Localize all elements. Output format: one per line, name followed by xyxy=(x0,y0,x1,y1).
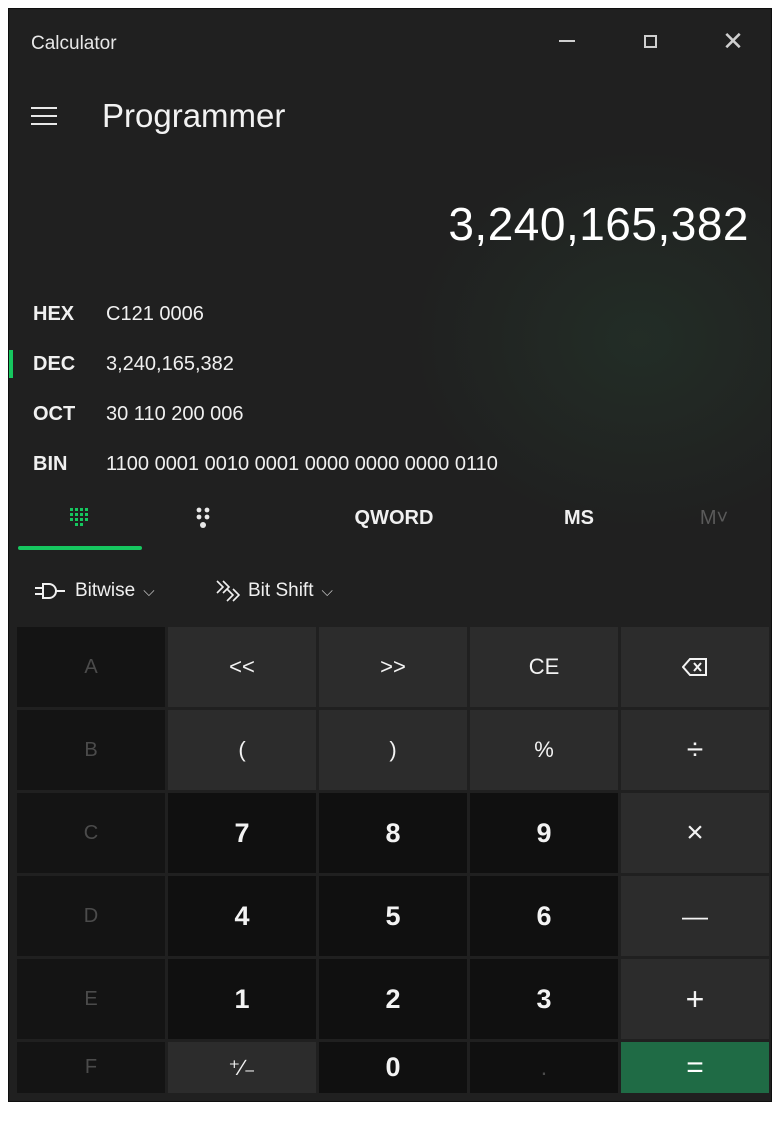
radix-label: DEC xyxy=(33,353,76,375)
selected-indicator xyxy=(9,350,13,378)
tab-full-keypad[interactable] xyxy=(18,491,142,545)
app-title: Calculator xyxy=(31,33,117,54)
keypad-grid-icon xyxy=(70,508,88,526)
maximize-icon xyxy=(643,34,657,48)
key-7[interactable]: 7 xyxy=(168,793,316,873)
keypad: A << >> CE B ( ) % ÷ C 7 8 9 × D 4 5 6 —… xyxy=(17,627,769,1093)
memory-store-label: MS xyxy=(564,506,594,529)
key-divide[interactable]: ÷ xyxy=(621,710,769,790)
key-open-paren[interactable]: ( xyxy=(168,710,316,790)
minimize-icon xyxy=(559,40,575,42)
radix-dec[interactable]: DEC 3,240,165,382 xyxy=(9,341,771,387)
key-1[interactable]: 1 xyxy=(168,959,316,1039)
close-icon: ✕ xyxy=(722,26,744,56)
mode-title: Programmer xyxy=(102,97,286,134)
key-3[interactable]: 3 xyxy=(470,959,618,1039)
chevron-down-icon: ⌵ xyxy=(143,582,155,600)
bit-toggle-icon xyxy=(196,507,210,528)
key-right-shift[interactable]: >> xyxy=(319,627,467,707)
key-equals[interactable]: = xyxy=(621,1042,769,1093)
title-bar: Calculator ✕ xyxy=(9,9,771,75)
memory-store-button[interactable]: MS xyxy=(539,491,619,545)
key-a[interactable]: A xyxy=(17,627,165,707)
key-d[interactable]: D xyxy=(17,876,165,956)
radix-oct[interactable]: OCT 30 110 200 006 xyxy=(9,391,771,437)
key-e[interactable]: E xyxy=(17,959,165,1039)
radix-label: BIN xyxy=(33,453,68,475)
key-negate[interactable]: ⁺∕₋ xyxy=(168,1042,316,1093)
radix-value: 1100 0001 0010 0001 0000 0000 0000 0110 xyxy=(106,453,498,475)
bit-shift-icon xyxy=(216,580,240,602)
radix-value: 30 110 200 006 xyxy=(106,403,244,425)
key-6[interactable]: 6 xyxy=(470,876,618,956)
memory-recall-button[interactable]: M˅ xyxy=(679,491,749,545)
key-multiply[interactable]: × xyxy=(621,793,769,873)
key-decimal[interactable]: . xyxy=(470,1042,618,1093)
radix-label: HEX xyxy=(33,303,75,325)
bitshift-dropdown[interactable]: Bit Shift ⌵ xyxy=(214,567,333,615)
key-subtract[interactable]: — xyxy=(621,876,769,956)
bitwise-dropdown[interactable]: Bitwise ⌵ xyxy=(33,567,155,615)
result-display: 3,240,165,382 xyxy=(448,198,749,250)
backspace-icon xyxy=(682,658,707,676)
memory-recall-label: M˅ xyxy=(699,506,729,529)
radix-label: OCT xyxy=(33,403,76,425)
key-9[interactable]: 9 xyxy=(470,793,618,873)
word-size-button[interactable]: QWORD xyxy=(329,491,459,545)
key-f[interactable]: F xyxy=(17,1042,165,1093)
key-2[interactable]: 2 xyxy=(319,959,467,1039)
tab-bit-toggling[interactable] xyxy=(169,491,239,545)
word-size-label: QWORD xyxy=(354,506,434,529)
active-tab-underline xyxy=(18,546,142,550)
key-5[interactable]: 5 xyxy=(319,876,467,956)
maximize-button[interactable] xyxy=(620,21,680,61)
hamburger-menu-button[interactable] xyxy=(31,105,61,129)
key-c[interactable]: C xyxy=(17,793,165,873)
key-left-shift[interactable]: << xyxy=(168,627,316,707)
key-4[interactable]: 4 xyxy=(168,876,316,956)
radix-hex[interactable]: HEX C121 0006 xyxy=(9,291,771,337)
key-add[interactable]: + xyxy=(621,959,769,1039)
key-0[interactable]: 0 xyxy=(319,1042,467,1093)
radix-value: 3,240,165,382 xyxy=(106,353,234,375)
radix-value: C121 0006 xyxy=(106,303,204,325)
key-8[interactable]: 8 xyxy=(319,793,467,873)
key-b[interactable]: B xyxy=(17,710,165,790)
key-clear-entry[interactable]: CE xyxy=(470,627,618,707)
minimize-button[interactable] xyxy=(537,21,597,61)
key-percent[interactable]: % xyxy=(470,710,618,790)
bitwise-label: Bitwise xyxy=(75,580,136,601)
radix-bin[interactable]: BIN 1100 0001 0010 0001 0000 0000 0000 0… xyxy=(9,441,771,487)
hamburger-icon xyxy=(31,107,57,109)
key-close-paren[interactable]: ) xyxy=(319,710,467,790)
keypad-tabs: QWORD MS M˅ xyxy=(9,491,771,551)
chevron-down-icon: ⌵ xyxy=(321,582,333,600)
key-backspace[interactable] xyxy=(621,627,769,707)
bitshift-label: Bit Shift xyxy=(248,580,314,601)
operator-toolbar: Bitwise ⌵ Bit Shift ⌵ xyxy=(9,567,771,615)
close-button[interactable]: ✕ xyxy=(703,21,763,61)
calculator-window: Calculator ✕ Programmer 3,240,165,382 HE… xyxy=(8,8,772,1102)
logic-gate-icon xyxy=(35,583,65,599)
